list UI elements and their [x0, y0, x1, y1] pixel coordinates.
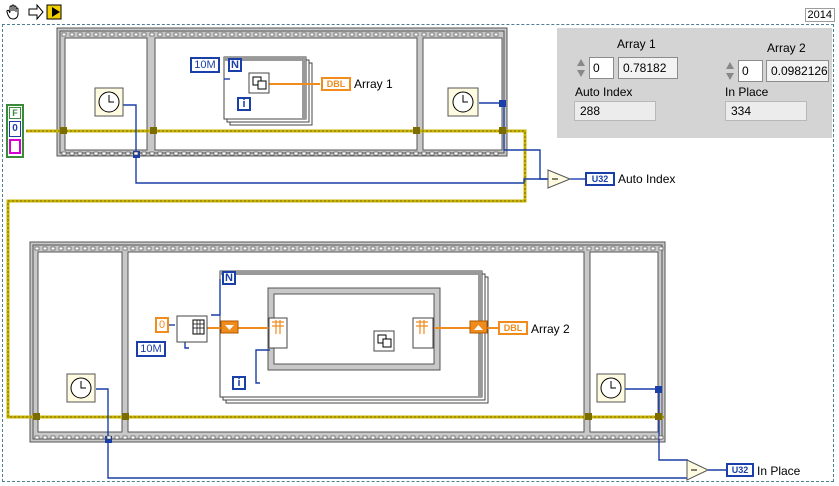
tick-count-bottom-right	[596, 373, 626, 403]
array1-label: Array 1	[617, 37, 656, 51]
in-place-indicator-terminal[interactable]: U32	[726, 463, 754, 477]
tick-count-bottom-left	[66, 373, 96, 403]
tick-count-top-left	[94, 87, 124, 117]
auto-index-output-label: Auto Index	[618, 172, 676, 186]
subtract-top	[547, 169, 572, 189]
array2-index[interactable]: 0	[738, 60, 763, 82]
false-constant: F	[9, 107, 21, 119]
loop-count-terminal-bottom: N	[222, 271, 236, 285]
array2-value[interactable]: 0.0982126	[766, 60, 829, 82]
string-constant	[9, 139, 21, 154]
zero-constant: 0	[9, 121, 21, 137]
subtract-bottom	[686, 459, 710, 481]
array1-index-spinner[interactable]	[575, 57, 587, 79]
random-number-icon-2	[373, 330, 395, 352]
error-cluster-constant[interactable]: F 0	[6, 104, 24, 158]
array2-index-spinner[interactable]	[724, 60, 736, 82]
tick-count-top-right	[447, 87, 479, 117]
in-place-value[interactable]: 334	[725, 101, 807, 121]
auto-index-label: Auto Index	[575, 85, 633, 99]
auto-index-value[interactable]: 288	[574, 101, 656, 121]
array2-output-label: Array 2	[531, 322, 570, 336]
loop-index-terminal-bottom: i	[232, 376, 246, 390]
init-value-constant[interactable]: 0	[155, 317, 169, 333]
front-panel-indicators: Array 1 0 0.78182 Array 2 0 0.0982126 Au…	[557, 28, 832, 138]
array1-output-label: Array 1	[354, 77, 393, 91]
loop-index-terminal-top: i	[237, 97, 251, 111]
auto-index-indicator-terminal[interactable]: U32	[585, 172, 615, 186]
loop-count-terminal-top: N	[228, 58, 242, 72]
in-place-output-label: In Place	[757, 464, 801, 478]
index-array-node	[268, 317, 288, 349]
random-number-icon	[248, 72, 270, 94]
array1-index[interactable]: 0	[589, 57, 614, 79]
array2-label: Array 2	[767, 41, 806, 55]
array2-indicator-terminal[interactable]: DBL	[498, 321, 528, 335]
replace-array-node	[412, 317, 434, 349]
n-constant-bottom[interactable]: 10M	[136, 341, 166, 357]
array1-indicator-terminal[interactable]: DBL	[321, 77, 351, 91]
n-constant-top[interactable]: 10M	[190, 57, 220, 73]
in-place-label: In Place	[725, 85, 769, 99]
initialize-array-icon	[176, 315, 208, 343]
array1-value[interactable]: 0.78182	[618, 57, 678, 79]
